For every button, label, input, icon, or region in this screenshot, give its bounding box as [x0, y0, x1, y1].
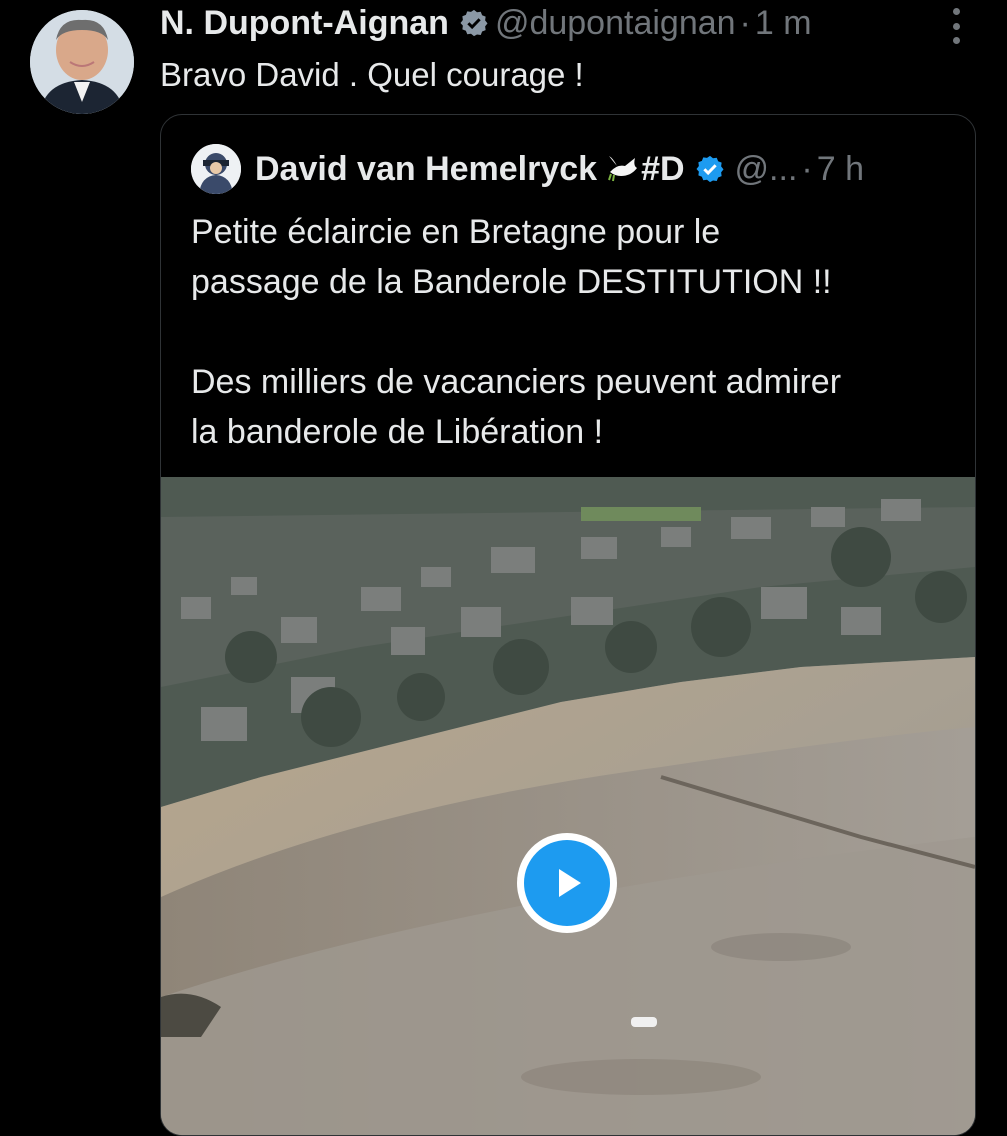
tweet-text: Bravo David . Quel courage !: [160, 56, 584, 93]
author-name[interactable]: N. Dupont-Aignan: [160, 4, 449, 43]
dove-icon: [607, 154, 641, 184]
video-thumbnail[interactable]: [161, 477, 975, 1135]
more-options-icon[interactable]: [944, 8, 968, 44]
quoted-tweet-card[interactable]: David van Hemelryck #D @... · 7 h Petite…: [160, 114, 976, 1136]
quoted-author-handle[interactable]: @...: [735, 150, 798, 189]
quoted-text-line: Des milliers de vacanciers peuvent admir…: [191, 363, 842, 401]
tweet-header: N. Dupont-Aignan @dupontaignan · 1 m: [160, 0, 812, 46]
quoted-name-tag: #D: [641, 149, 685, 188]
quoted-timestamp[interactable]: 7 h: [817, 150, 864, 189]
separator-dot: ·: [739, 3, 751, 42]
play-icon: [524, 840, 610, 926]
quoted-author-avatar: [191, 144, 241, 194]
author-avatar[interactable]: [30, 10, 134, 114]
quoted-tweet-text: Petite éclaircie en Bretagne pour le pas…: [191, 207, 961, 457]
author-handle[interactable]: @dupontaignan: [495, 4, 736, 43]
tweet-timestamp[interactable]: 1 m: [755, 4, 812, 43]
play-button[interactable]: [517, 833, 617, 933]
quoted-text-line: la banderole de Libération !: [191, 413, 604, 451]
quoted-text-line: Petite éclaircie en Bretagne pour le: [191, 213, 721, 251]
verified-badge-icon: [459, 8, 489, 38]
quoted-tweet-header: David van Hemelryck #D @... · 7 h: [191, 143, 864, 195]
quoted-author-name[interactable]: David van Hemelryck: [255, 150, 597, 189]
separator-dot: ·: [801, 149, 813, 188]
verified-badge-icon: [695, 154, 725, 184]
quoted-text-line: passage de la Banderole DESTITUTION !!: [191, 263, 832, 301]
